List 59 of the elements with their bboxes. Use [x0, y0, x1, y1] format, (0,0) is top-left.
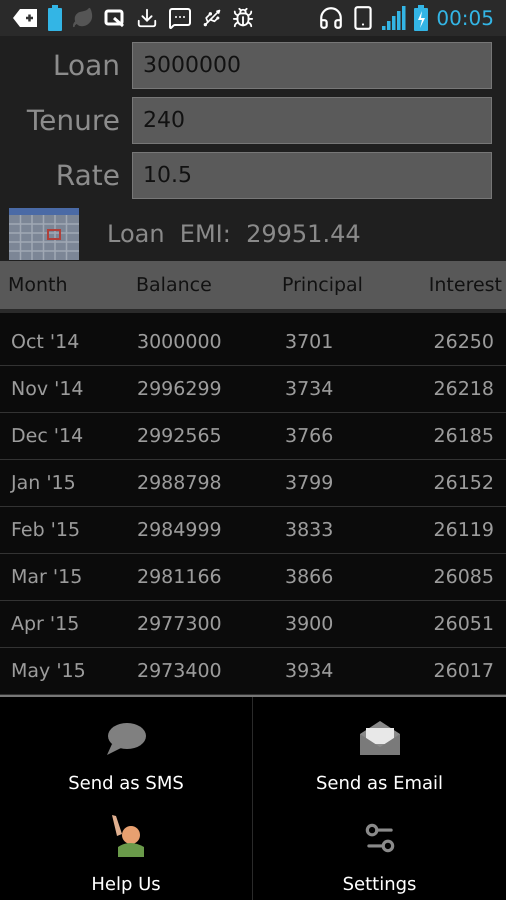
screen-capture-icon — [104, 8, 126, 28]
table-cell-text: Apr '15 — [11, 612, 80, 637]
table-cell-text: 26152 — [432, 470, 494, 496]
table-cell-text: 26185 — [432, 424, 494, 449]
table-cell-text: 26250 — [432, 330, 494, 355]
battery-icon — [48, 5, 62, 31]
field-label: Rate — [54, 158, 120, 194]
table-cell-text: Mar '15 — [11, 564, 84, 590]
table-cell-text: 2988798 — [137, 470, 223, 496]
headphones-icon — [318, 5, 344, 31]
battery-charging-icon — [414, 5, 428, 31]
table-cell-text: Feb '15 — [11, 518, 82, 543]
table-cell-text: Dec '14 — [11, 424, 84, 449]
menu-item[interactable]: Help Us — [0, 798, 253, 900]
table-cell-text: 2984999 — [137, 518, 223, 543]
table-cell-text: 26051 — [432, 612, 494, 637]
table-cell-text: 3934 — [285, 658, 334, 684]
column-header: Month — [8, 272, 69, 298]
table-cell-text: Oct '14 — [11, 330, 80, 355]
menu-item[interactable]: Settings — [253, 798, 506, 900]
table-cell-text: May '15 — [11, 658, 87, 684]
speech-bubble-icon — [106, 722, 146, 756]
table-cell-text: 2996299 — [137, 376, 223, 402]
table-cell-text: 26017 — [432, 658, 494, 684]
table-cell-text: 3799 — [285, 470, 334, 496]
menu-item[interactable]: Send as Email — [253, 697, 506, 798]
table-cell-text: 2977300 — [137, 612, 223, 637]
column-header: Interest — [428, 272, 503, 298]
table-cell-text: 26218 — [432, 376, 494, 402]
column-header: Balance — [136, 272, 213, 298]
table-cell-text: 26085 — [432, 564, 494, 590]
menu-item[interactable]: Send as SMS — [0, 697, 253, 798]
table-cell-text: 2992565 — [137, 424, 223, 449]
table-cell-text: 2973400 — [137, 658, 223, 684]
signal-icon — [382, 6, 408, 30]
table-cell-text: Nov '14 — [11, 376, 85, 402]
back-tag-icon — [12, 8, 38, 28]
column-header: Principal — [282, 272, 364, 298]
envelope-icon — [358, 720, 400, 756]
chat-icon — [168, 6, 192, 30]
table-cell-text: 3000000 — [137, 330, 223, 355]
table-cell-text: Jan '15 — [11, 470, 77, 496]
usb-icon — [202, 8, 222, 28]
table-cell-text: 26119 — [432, 518, 494, 543]
table-cell-text: 3734 — [285, 376, 334, 402]
table-cell-text: 2981166 — [137, 564, 223, 590]
table-cell-text: 3866 — [285, 564, 334, 590]
bug-icon — [232, 7, 254, 29]
leaf-icon — [72, 7, 94, 29]
field-label: Loan — [52, 48, 120, 84]
clock: 00:05 — [436, 5, 494, 32]
table-cell-text: 3900 — [285, 612, 334, 637]
table-cell-text: 3766 — [285, 424, 334, 449]
table-cell-text: 3701 — [285, 330, 334, 355]
field-label: Tenure — [26, 102, 120, 138]
calendar-icon — [9, 208, 79, 260]
download-icon — [136, 7, 158, 29]
emi-result: Loan EMI: 29951.44 — [107, 219, 361, 250]
table-cell-text: 3833 — [285, 518, 334, 543]
